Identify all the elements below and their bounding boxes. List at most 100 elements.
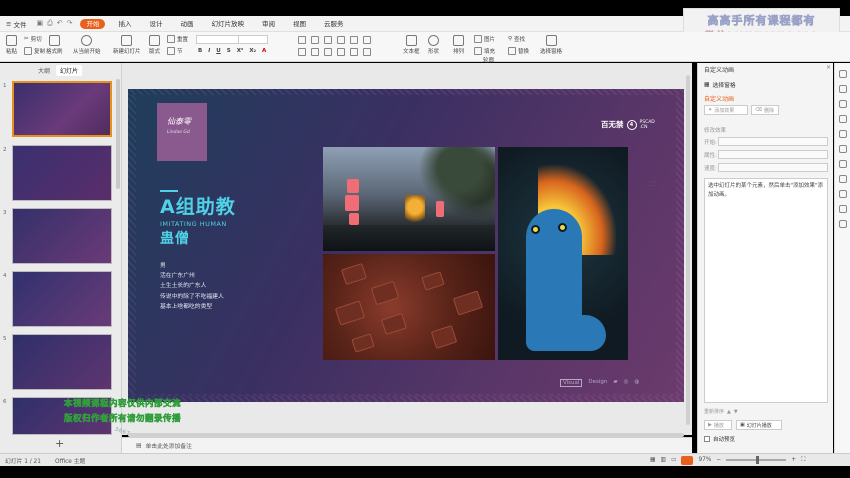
underline-icon[interactable]: U (216, 48, 220, 54)
format-painter-button[interactable]: 格式刷 (46, 35, 63, 55)
play-button[interactable]: ▶ 播放 (704, 420, 732, 430)
history-icon[interactable] (838, 190, 847, 198)
slideshow-play-icon[interactable] (681, 455, 694, 465)
zoom-level[interactable]: 97% (698, 457, 711, 463)
share-icon[interactable] (838, 205, 847, 213)
normal-view-icon[interactable]: ▦ (650, 457, 655, 463)
slide-thumbnail-5[interactable] (12, 334, 112, 390)
bio-text[interactable]: 男 活在广东广州 土生土长的广东人 传说中的除了不吃福建人 基本上啥都吃的类型 (160, 261, 224, 312)
slide-thumbnail-4[interactable] (12, 271, 112, 327)
slide-thumbnail-3[interactable] (12, 208, 112, 264)
align-center-icon[interactable] (311, 48, 319, 56)
slideshow-button[interactable]: ▣ 幻灯片播放 (736, 420, 782, 430)
outdent-icon[interactable] (337, 36, 345, 44)
photo-monster[interactable] (498, 147, 628, 360)
panel-scrollbar[interactable] (116, 79, 120, 189)
tab-slideshow[interactable]: 幻灯片放映 (202, 16, 253, 32)
slide-thumbnail-2[interactable] (12, 145, 112, 201)
zoom-in-icon[interactable]: + (791, 457, 796, 463)
font-color-icon[interactable]: A (262, 48, 266, 54)
cut-button[interactable]: ✂ 剪切 (24, 35, 42, 43)
arrow-up-icon[interactable]: ▲ (727, 409, 731, 415)
slide-brand[interactable]: 百无禁 4 PSCAD .CN (601, 119, 655, 130)
slide-name[interactable]: 蛊僧 (160, 228, 190, 248)
tab-outline[interactable]: 大纲 (38, 66, 50, 75)
add-slide-icon[interactable]: + (55, 437, 64, 450)
fit-window-icon[interactable]: ⛶ (801, 457, 805, 464)
align-left-icon[interactable] (298, 48, 306, 56)
tab-animation[interactable]: 动画 (171, 16, 202, 32)
justify-icon[interactable] (337, 48, 345, 56)
template-icon[interactable] (838, 175, 847, 183)
numbering-icon[interactable] (311, 36, 319, 44)
slide-thumbnail-1[interactable] (12, 81, 112, 137)
columns-icon[interactable] (363, 48, 371, 56)
shape-button[interactable]: 形状 (428, 35, 439, 55)
strikethrough-icon[interactable]: S (227, 48, 231, 54)
property-icon[interactable] (838, 70, 847, 78)
file-menu[interactable]: ≡ 文件 (0, 19, 32, 29)
reading-view-icon[interactable]: ▭ (671, 457, 676, 463)
undo-icon[interactable]: ↶ (57, 19, 63, 28)
backup-icon[interactable] (838, 160, 847, 168)
close-icon[interactable]: × (826, 64, 831, 71)
bullets-icon[interactable] (298, 36, 306, 44)
sorter-view-icon[interactable]: ▥ (660, 457, 665, 463)
zoom-slider[interactable] (726, 456, 787, 464)
italic-icon[interactable]: I (208, 48, 210, 54)
settings-icon[interactable] (838, 220, 847, 228)
subscript-icon[interactable]: X₂ (249, 48, 256, 54)
paste-button[interactable]: 粘贴 (6, 35, 17, 55)
line-spacing-icon[interactable] (350, 36, 358, 44)
tab-slides[interactable]: 幻灯片 (56, 64, 83, 76)
slide-title[interactable]: A组助教 (160, 192, 236, 219)
design-icon[interactable] (838, 85, 847, 93)
slide-subtitle[interactable]: IMITATING HUMAN (160, 220, 227, 228)
save-icon[interactable]: ▣ (36, 19, 43, 28)
vertical-scrollbar[interactable] (686, 75, 690, 425)
shape-icon[interactable] (838, 145, 847, 153)
copy-button[interactable]: 复制 (24, 47, 45, 55)
star-icon[interactable] (838, 130, 847, 138)
autopreview-checkbox[interactable]: 自动预览 (704, 435, 735, 443)
new-slide-button[interactable]: 新建幻灯片 (113, 35, 141, 55)
reset-button[interactable]: 重置 (167, 35, 188, 43)
textbox-button[interactable]: 文本框 (403, 35, 420, 55)
tab-review[interactable]: 审阅 (253, 16, 284, 32)
arrange-button[interactable]: 排列 (453, 35, 464, 55)
notes-pane[interactable]: ▤ 单击此处添加备注 (122, 437, 692, 453)
add-effect-button[interactable]: ✦ 添加效果 (704, 105, 748, 115)
select-pane-link[interactable]: ▦ 选择窗格 (704, 80, 736, 90)
redo-icon[interactable]: ↷ (67, 19, 73, 28)
tab-insert[interactable]: 插入 (109, 16, 140, 32)
superscript-icon[interactable]: X² (237, 48, 244, 54)
tab-design[interactable]: 设计 (140, 16, 171, 32)
bold-icon[interactable]: B (198, 48, 202, 54)
property-select[interactable] (718, 150, 828, 159)
fill-button[interactable]: 填充 (474, 47, 495, 55)
slide-logo[interactable]: 仙泰零 Lindao Gd (157, 103, 207, 161)
zoom-out-icon[interactable]: − (716, 457, 721, 463)
layout-button[interactable]: 版式 (149, 35, 160, 55)
photo-chocolate[interactable] (323, 254, 495, 360)
align-right-icon[interactable] (324, 48, 332, 56)
select-pane-button[interactable]: 选择窗格 (540, 35, 562, 55)
find-button[interactable]: ⚲ 查找 (508, 35, 525, 43)
animation-icon[interactable] (838, 100, 847, 108)
transition-icon[interactable] (838, 115, 847, 123)
photo-temple-scene[interactable] (323, 147, 495, 251)
start-select[interactable] (718, 137, 828, 146)
picture-button[interactable]: 图片 (474, 35, 495, 43)
arrow-down-icon[interactable]: ▼ (734, 409, 738, 415)
text-direction-icon[interactable] (363, 36, 371, 44)
delete-button[interactable]: ⌫ 删除 (751, 105, 779, 115)
print-icon[interactable]: ⎙ (47, 19, 53, 28)
animation-list[interactable]: 选中幻灯片的某个元素，然后单击"添加效果"添加动画。 (704, 178, 828, 403)
from-current-button[interactable]: 从当前开始 (73, 35, 101, 55)
distribute-icon[interactable] (350, 48, 358, 56)
font-size-select[interactable] (238, 35, 268, 44)
indent-icon[interactable] (324, 36, 332, 44)
speed-select[interactable] (718, 163, 828, 172)
section-button[interactable]: 节 (167, 47, 183, 55)
replace-button[interactable]: 替换 (508, 47, 529, 55)
